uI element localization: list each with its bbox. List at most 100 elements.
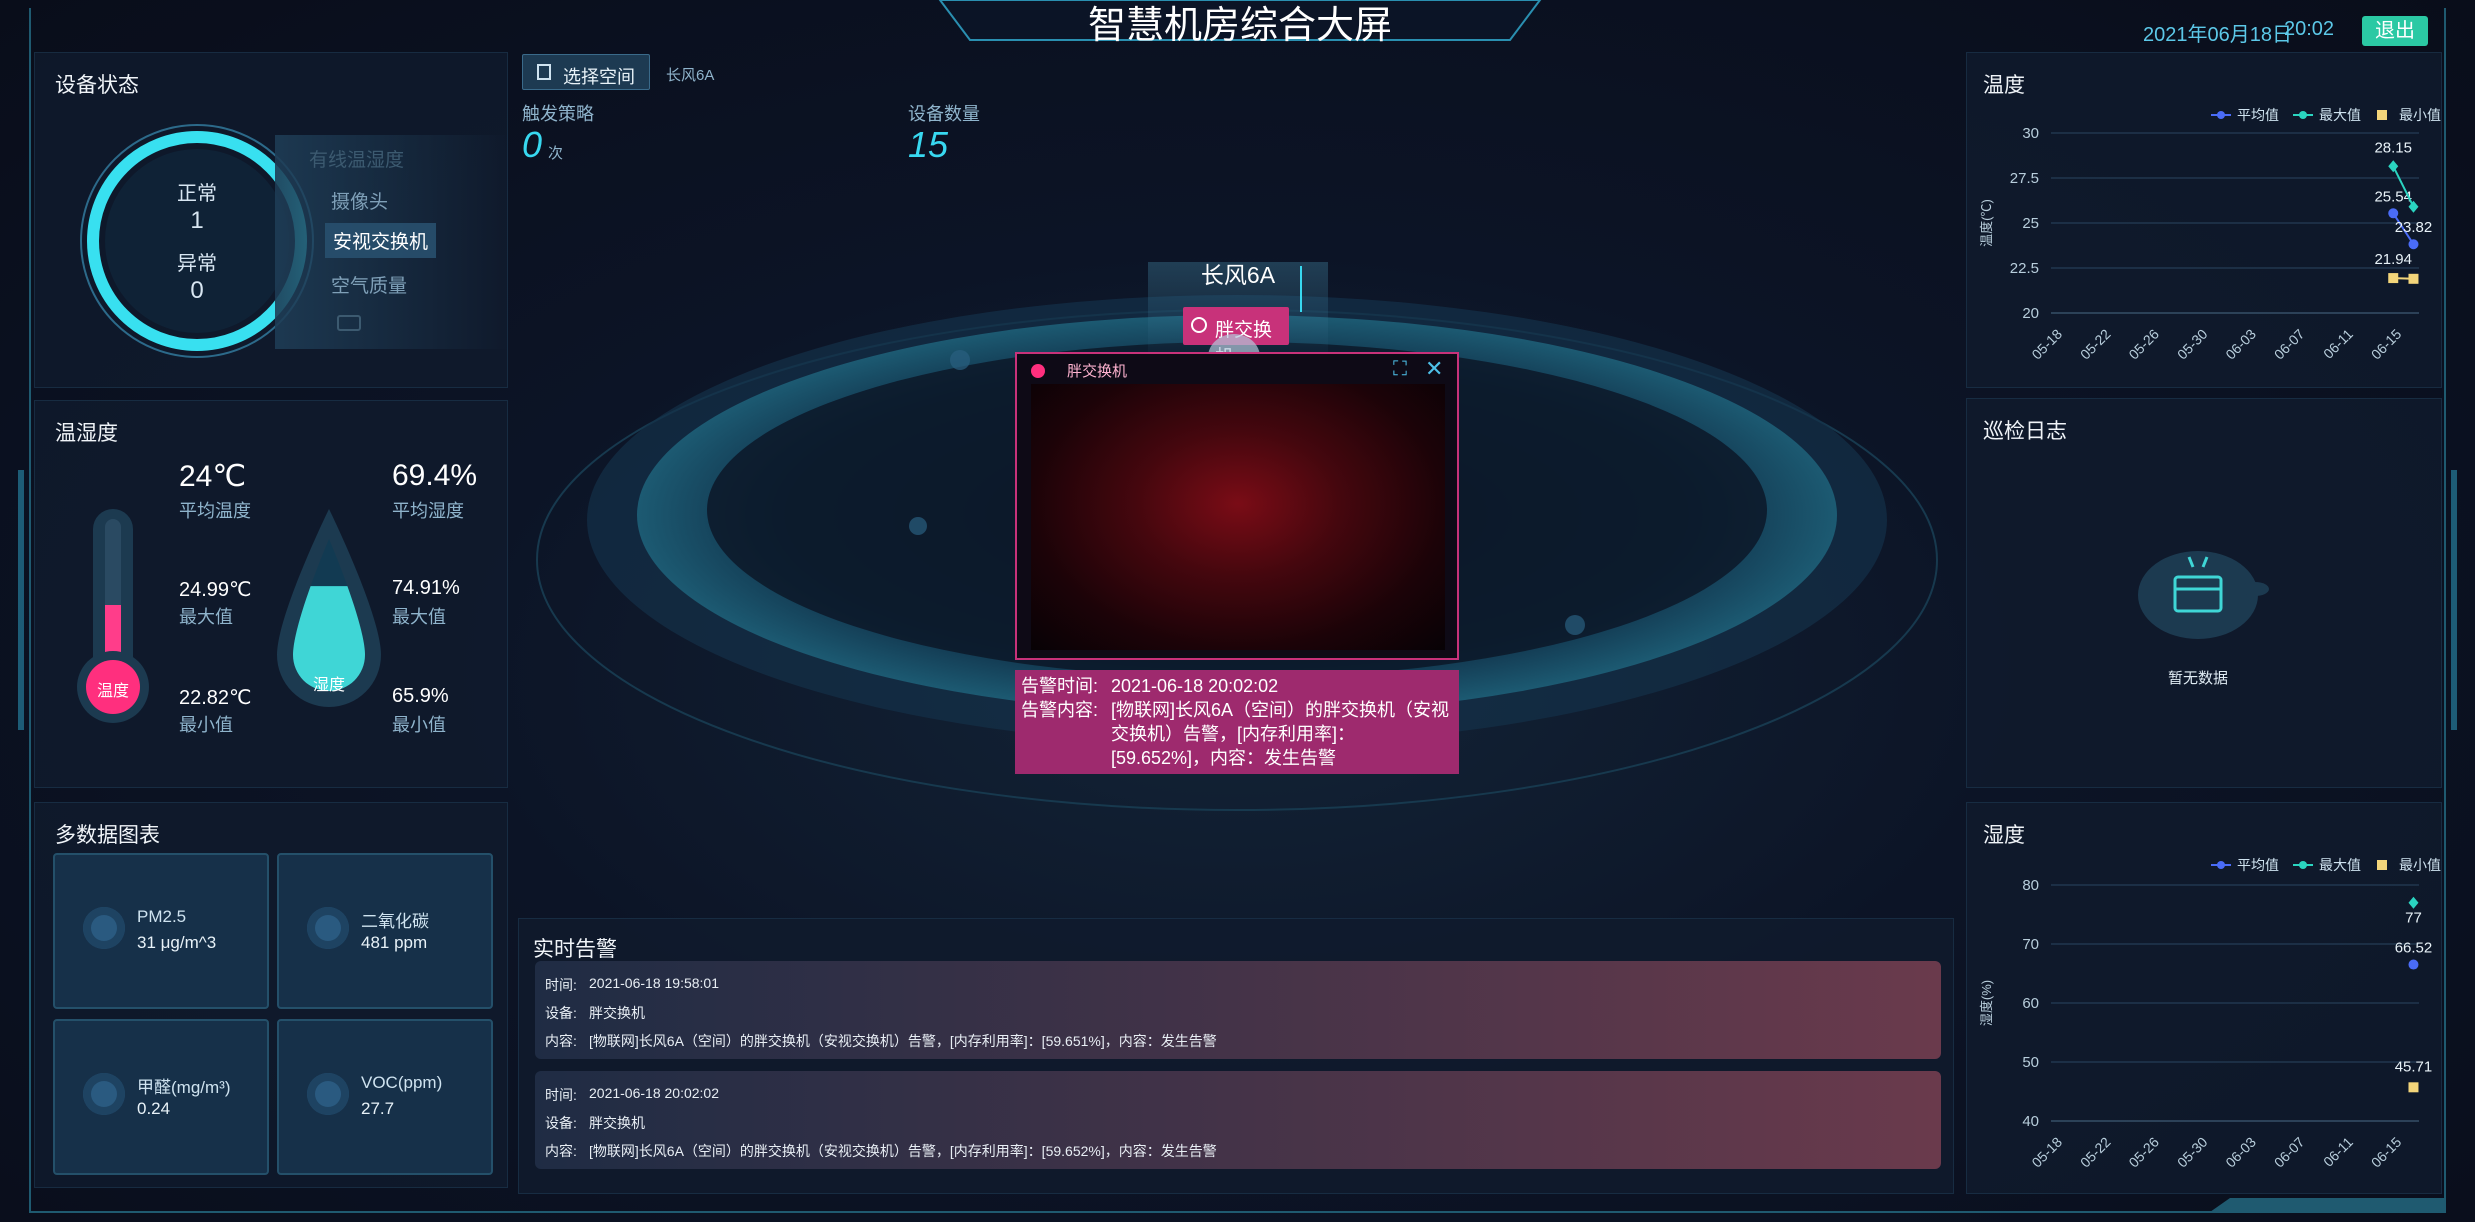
- data-point: [2388, 160, 2399, 173]
- x-tick-label: 06-15: [2368, 1134, 2405, 1171]
- max-temp-label: 最大值: [179, 607, 233, 627]
- abnormal-label: 异常: [177, 253, 217, 275]
- x-tick-label: 05-18: [2028, 1134, 2065, 1171]
- humidity-chart: 平均值 最大值 最小值 40 50 60 70 80 湿度(%) 05-18 05-22 05-26 0…: [1979, 857, 2441, 1171]
- sensor-icon: [337, 315, 361, 331]
- air-metric-cards: PM2.5 31 μg/m^3 二氧化碳 481 ppm 甲醛(mg/m³) 0.24 VO…: [53, 853, 499, 1179]
- data-point: [2388, 273, 2399, 284]
- air-metric-card[interactable]: 甲醛(mg/m³) 0.24: [53, 1019, 269, 1175]
- alarm-item[interactable]: 时间: 2021-06-18 20:02:02 设备: 胖交换机 内容: [物联网]长风6…: [535, 1071, 1941, 1169]
- x-tick-label: 06-11: [2320, 326, 2356, 362]
- air-metric-value: 27.7: [361, 1099, 395, 1118]
- device-count-value: 15: [908, 124, 949, 165]
- thermometer-label: 温度: [96, 683, 129, 700]
- select-space-button[interactable]: 选择空间: [522, 54, 650, 90]
- device-type-camera[interactable]: 摄像头: [331, 187, 388, 214]
- page-title: 智慧机房综合大屏: [1087, 5, 1392, 47]
- x-tick-label: 05-18: [2028, 326, 2065, 363]
- temp-humidity-title: 温湿度: [55, 422, 118, 445]
- legend-label: 最大值: [2319, 857, 2361, 873]
- normal-label: 正常: [177, 183, 217, 205]
- alarm-item-time-label: 时间:: [545, 977, 577, 993]
- legend-label: 最小值: [2399, 857, 2441, 873]
- air-metric-card[interactable]: VOC(ppm) 27.7: [277, 1019, 493, 1175]
- exit-button[interactable]: 退出: [2362, 16, 2428, 46]
- inspection-log-title: 巡检日志: [1983, 420, 2067, 443]
- legend-marker: [2377, 110, 2387, 120]
- y-tick-label: 50: [2022, 1054, 2039, 1071]
- y-tick-label: 40: [2022, 1113, 2039, 1130]
- y-axis-label: 湿度(%): [1979, 980, 1994, 1026]
- water-drop-label: 湿度: [312, 677, 345, 694]
- data-label: 21.94: [2374, 251, 2412, 268]
- air-metric-name: 二氧化碳: [361, 912, 429, 931]
- humidity-chart-panel: 湿度 平均值 最大值 最小值 40 50 60 70 80 湿度(%) 05-18 05-22 05-…: [1966, 802, 2442, 1194]
- data-point: [2408, 896, 2419, 909]
- alarm-content-value: [物联网]长风6A（空间）的胖交换机（安视交换机）告警，[内存利用率]：[59.…: [1111, 700, 1450, 768]
- data-label: 66.52: [2395, 940, 2433, 957]
- camera-feed[interactable]: [1031, 384, 1445, 650]
- legend-marker: [2377, 860, 2387, 870]
- air-metric-name: PM2.5: [137, 907, 187, 926]
- alarm-content-label: 告警内容:: [1021, 700, 1099, 720]
- voc-icon: [307, 1073, 349, 1115]
- air-metric-name: VOC(ppm): [361, 1073, 443, 1092]
- x-tick-label: 06-07: [2271, 326, 2308, 363]
- device-status-panel: 设备状态 正常 1 异常 0 有线温湿度 摄像头 安视交换机 空气质量: [34, 52, 509, 388]
- air-metric-card[interactable]: PM2.5 31 μg/m^3: [53, 853, 269, 1009]
- y-tick-label: 22.5: [2010, 260, 2039, 277]
- alarm-time-label: 告警时间:: [1021, 676, 1099, 696]
- alarm-detail-box: 告警时间: 2021-06-18 20:02:02 告警内容: [物联网]长风6…: [1015, 670, 1459, 774]
- inspection-log-panel: 巡检日志 暂无数据: [1966, 398, 2442, 788]
- alarm-item-time: 2021-06-18 19:58:01: [589, 975, 719, 991]
- trigger-value: 0: [522, 124, 543, 165]
- alarm-item-time-label: 时间:: [545, 1087, 577, 1103]
- y-tick-label: 20: [2022, 305, 2039, 322]
- fullscreen-icon[interactable]: ⛶: [1393, 358, 1407, 381]
- warning-icon: [83, 1073, 125, 1115]
- device-type-switch[interactable]: 安视交换机: [325, 223, 437, 258]
- legend-marker: [2217, 111, 2225, 119]
- device-type-air-quality[interactable]: 空气质量: [331, 271, 407, 298]
- pm25-icon: [83, 907, 125, 949]
- alarm-item-device-label: 设备:: [545, 1115, 577, 1131]
- air-metric-value: 481 ppm: [361, 933, 428, 952]
- temp-humidity-panel: 温湿度 温度 24℃ 平均温度 24.99℃ 最大值 22.82℃ 最小值 湿度…: [34, 400, 508, 788]
- alarm-item-content: [物联网]长风6A（空间）的胖交换机（安视交换机）告警，[内存利用率]：[59.…: [589, 1143, 1217, 1159]
- min-humidity-value: 65.9%: [392, 685, 449, 707]
- empty-box-icon: [2138, 551, 2269, 639]
- data-label: 77: [2405, 910, 2422, 927]
- max-temp-value: 24.99℃: [179, 579, 252, 601]
- x-tick-label: 06-11: [2320, 1134, 2356, 1170]
- data-point: [2408, 959, 2419, 970]
- multi-data-title: 多数据图表: [55, 824, 160, 847]
- x-tick-label: 06-03: [2222, 1134, 2259, 1171]
- device-type-wired-temp[interactable]: 有线温湿度: [309, 145, 404, 172]
- close-icon[interactable]: ✕: [1425, 356, 1443, 382]
- x-tick-label: 06-07: [2271, 1134, 2308, 1171]
- normal-count: 1: [190, 207, 204, 234]
- data-point: [2388, 208, 2399, 219]
- legend-label: 最小值: [2399, 107, 2441, 123]
- alarm-item-content: [物联网]长风6A（空间）的胖交换机（安视交换机）告警，[内存利用率]：[59.…: [589, 1033, 1217, 1049]
- y-tick-label: 80: [2022, 877, 2039, 894]
- data-label: 45.71: [2395, 1058, 2433, 1075]
- alarm-item-device: 胖交换机: [589, 1005, 645, 1021]
- alarm-item[interactable]: 时间: 2021-06-18 19:58:01 设备: 胖交换机 内容: [物联网]长风6…: [535, 961, 1941, 1059]
- data-point: [2408, 1082, 2419, 1093]
- alarm-popup: 胖交换机 ⛶ ✕: [1015, 352, 1459, 660]
- trigger-label: 触发策略: [522, 104, 594, 124]
- y-tick-label: 60: [2022, 995, 2039, 1012]
- y-tick-label: 70: [2022, 936, 2039, 953]
- x-tick-label: 05-26: [2125, 1134, 2162, 1171]
- multi-data-panel: 多数据图表 PM2.5 31 μg/m^3 二氧化碳 481 ppm 甲醛(mg/m³)…: [34, 802, 508, 1188]
- min-humidity-label: 最小值: [392, 715, 446, 735]
- x-tick-label: 05-22: [2077, 326, 2114, 363]
- current-space: 长风6A: [666, 67, 715, 84]
- header-time: 20:02: [2284, 18, 2335, 40]
- air-metric-card[interactable]: 二氧化碳 481 ppm: [277, 853, 493, 1009]
- popup-title: 胖交换机: [1067, 363, 1128, 380]
- device-count-label: 设备数量: [908, 104, 980, 124]
- realtime-alarm-panel: 实时告警 时间: 2021-06-18 19:58:01 设备: 胖交换机 内容: [物联…: [518, 918, 1954, 1194]
- data-point: [2408, 239, 2419, 250]
